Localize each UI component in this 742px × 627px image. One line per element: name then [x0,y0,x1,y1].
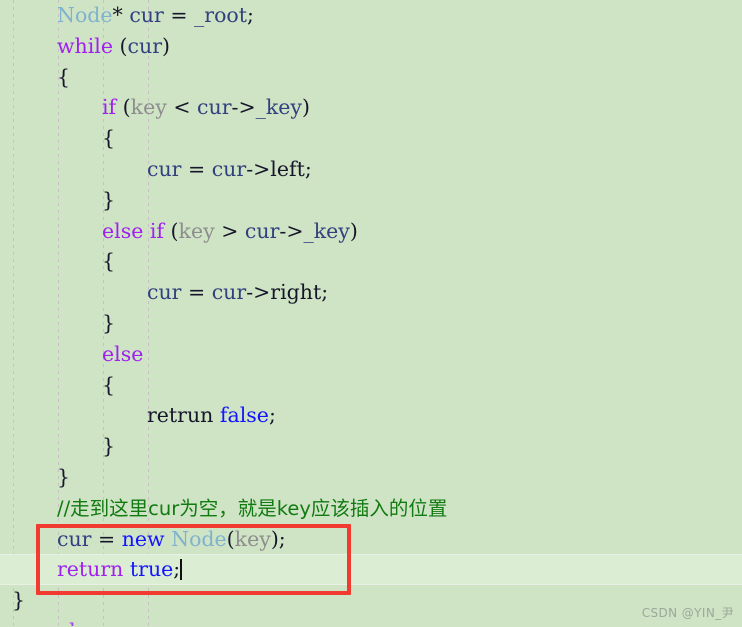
token-pl: ( [226,526,235,551]
token-id: cur [211,280,247,305]
token-id: cur [129,3,164,27]
token-pl: } [12,588,26,613]
token-pl: > [214,218,245,243]
token-pl: -> [231,95,256,120]
code-line[interactable]: cur = new Node(key); [0,524,742,555]
token-pl: right [270,280,322,305]
token-kw: else [102,341,144,366]
token-pl: { [57,64,71,89]
token-pl: } [102,187,116,212]
partial-next-line: el [0,616,742,626]
token-par: key [130,95,167,120]
code-line[interactable]: } [0,185,742,216]
token-par: key [234,526,271,551]
code-line[interactable]: //走到这里cur为空，就是key应该插入的位置 [0,493,742,524]
token-pl: ( [164,218,179,243]
token-pl: { [102,126,116,151]
token-pl: -> [279,218,304,243]
code-line[interactable]: retrun false; [0,400,742,431]
code-line[interactable]: while (cur) [0,31,742,62]
code-line[interactable]: if (key < cur->_key) [0,92,742,123]
token-pl: = [181,156,212,181]
token-id: _key [303,218,350,243]
token-id: cur [57,526,92,551]
code-line[interactable]: { [0,246,742,277]
token-id: cur [147,156,182,181]
token-pl: ; [268,403,276,428]
token-pl: } [102,310,116,335]
token-pl: * [112,3,130,27]
code-line[interactable]: } [0,585,742,616]
token-pl: ) [162,33,170,58]
token-typ: Node [171,526,227,551]
token-pl: retrun [147,403,214,428]
token-kw: if [102,95,117,120]
token-id: _root [194,3,248,27]
csdn-watermark: CSDN @YIN_尹 [641,606,734,620]
code-line[interactable]: return true; [0,554,742,586]
code-line[interactable]: { [0,62,742,93]
token-pl: ; [321,280,329,305]
token-lit: new [121,526,165,551]
token-pl: ); [270,526,286,551]
token-kw: if [149,218,165,243]
code-line[interactable]: } [0,462,742,493]
code-line[interactable]: Node* cur = _root; [0,0,742,31]
token-id: cur [197,95,232,120]
code-line[interactable]: { [0,370,742,401]
token-pl: } [57,464,71,489]
code-content[interactable]: Node* cur = _root; while (cur){if (key < … [0,0,742,626]
token-kw: while [57,33,113,58]
token-pl: ( [113,33,128,58]
token-id: cur [147,280,182,305]
token-pl: { [102,249,116,274]
token-pl: ; [247,3,254,27]
code-line[interactable]: cur = cur->right; [0,277,742,308]
token-pl: -> [246,280,271,305]
token-id: cur [127,33,162,58]
token-kw: return [57,557,124,582]
code-line[interactable]: { [0,123,742,154]
token-pl: } [102,434,116,459]
token-typ: Node [57,3,113,27]
token-id: cur [244,218,280,243]
text-cursor [180,559,183,581]
token-pl: = [91,526,122,551]
code-editor[interactable]: Node* cur = _root; while (cur){if (key < … [0,0,742,627]
token-pl: ( [116,95,131,120]
token-pl: left [270,156,305,181]
token-pl: -> [246,156,271,181]
token-id: _key [255,95,303,120]
token-lit: false [219,403,269,428]
token-kw: else [102,218,144,243]
code-line[interactable]: cur = cur->left; [0,154,742,185]
code-line[interactable]: else if (key > cur->_key) [0,216,742,247]
code-line[interactable]: } [0,308,742,339]
token-pl: = [181,280,212,305]
token-pl: = [163,3,195,27]
token-pl: ; [304,156,312,181]
token-par: key [178,218,215,243]
token-id: cur [211,156,247,181]
token-pl: ) [302,95,311,120]
code-line[interactable]: } [0,431,742,462]
token-pl: ) [349,218,358,243]
token-cmt: //走到这里cur为空，就是key应该插入的位置 [57,496,448,520]
code-line[interactable]: else [0,339,742,370]
token-pl: ; [173,557,181,582]
token-pl: < [166,95,198,120]
token-lit: true [129,557,174,582]
token-pl: { [102,372,116,397]
